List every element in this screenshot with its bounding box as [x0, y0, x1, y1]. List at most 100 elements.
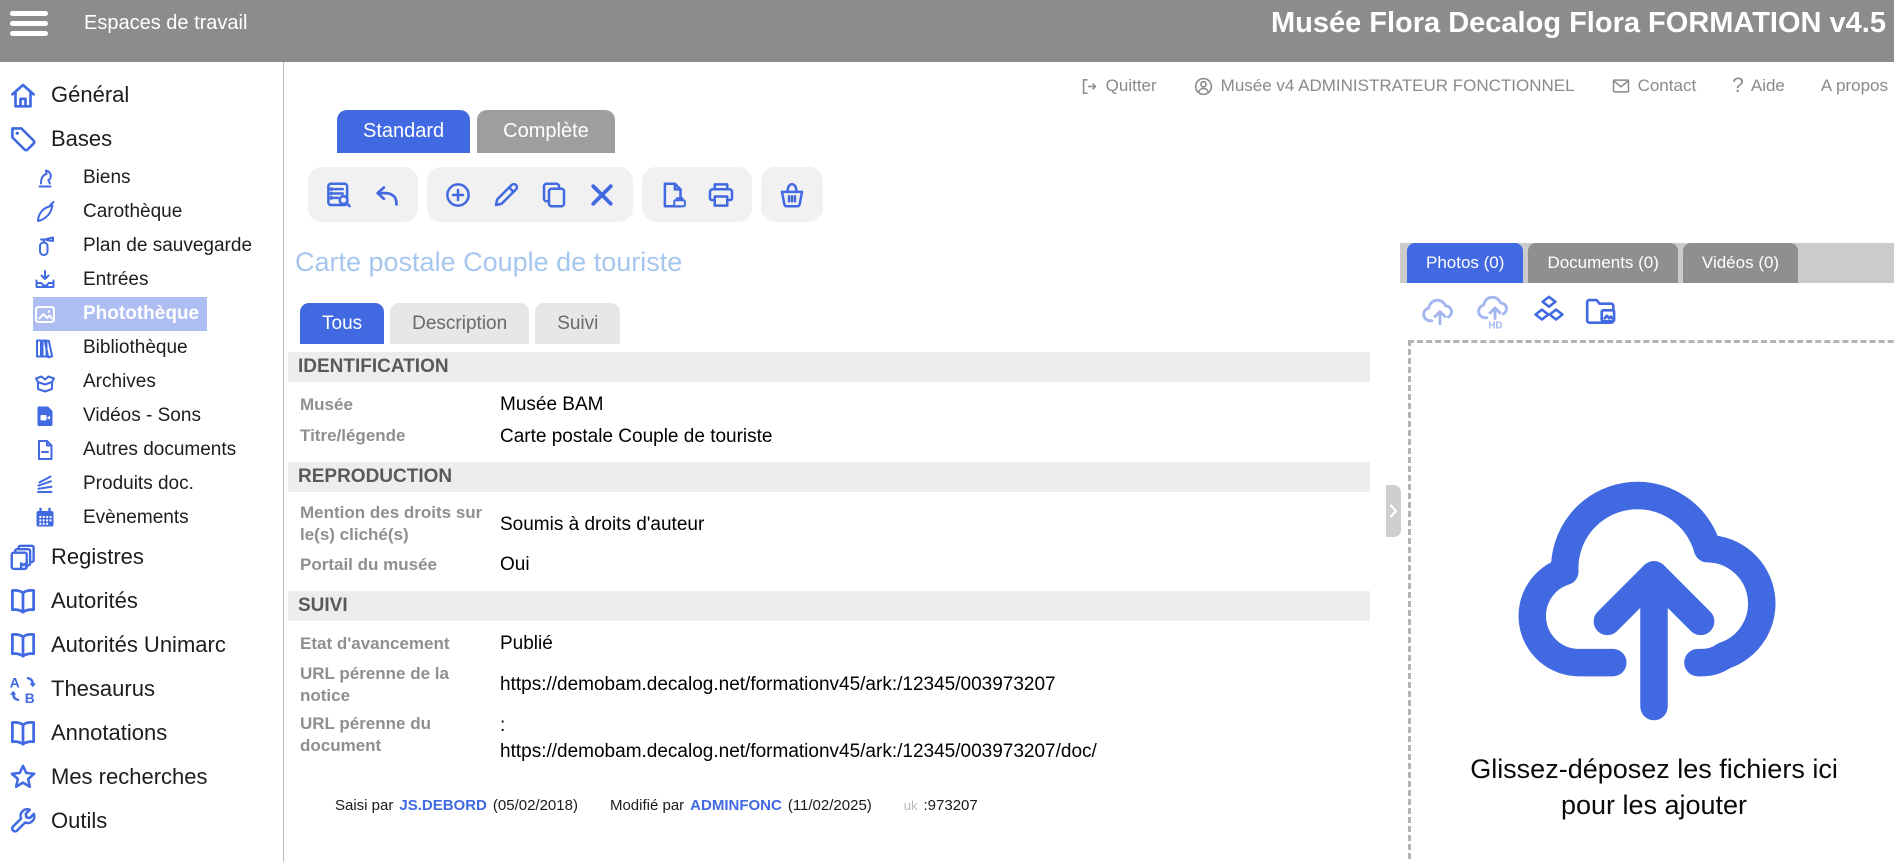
modified-prefix: Modifié par — [610, 797, 684, 814]
tab-videos[interactable]: Vidéos (0) — [1683, 243, 1798, 283]
sidebar-item-label: Mes recherches — [51, 764, 208, 790]
calendar-icon — [33, 506, 57, 530]
file-dropzone[interactable]: Glissez-déposez les fichiers ici pour le… — [1408, 340, 1894, 862]
view-mode-tabs: Standard Complète — [337, 110, 1385, 153]
folder-image-icon[interactable] — [1583, 295, 1619, 327]
field-row-titre-legende: Titre/légende Carte postale Couple de to… — [288, 421, 1370, 453]
sidebar-item-mes-recherches[interactable]: Mes recherches — [0, 755, 283, 799]
sidebar-item-archives[interactable]: Archives — [33, 365, 207, 399]
dropzone-text: Glissez-déposez les fichiers ici pour le… — [1411, 751, 1894, 824]
sidebar-item-label: Evènements — [83, 507, 189, 529]
sidebar-item-phototheque[interactable]: Photothèque — [33, 297, 207, 331]
created-info: Saisi par JS.DEBORD (05/02/2018) — [335, 797, 578, 814]
photo-icon — [33, 302, 57, 326]
add-circle-icon[interactable] — [443, 180, 473, 210]
sidebar-item-entrees[interactable]: Entrées — [33, 263, 207, 297]
tab-description[interactable]: Description — [390, 303, 529, 344]
uk-label: uk — [904, 798, 918, 813]
tab-complete[interactable]: Complète — [477, 110, 615, 153]
sidebar-item-autres-documents[interactable]: Autres documents — [33, 433, 207, 467]
sidebar-item-autorites-unimarc[interactable]: Autorités Unimarc — [0, 623, 283, 667]
cloud-upload-icon[interactable] — [1420, 293, 1460, 329]
archive-box-icon — [33, 370, 57, 394]
tab-tous[interactable]: Tous — [300, 303, 384, 344]
cloud-arrow-up-icon — [1489, 443, 1819, 723]
tab-suivi[interactable]: Suivi — [535, 303, 620, 344]
dropzone-line2: pour les ajouter — [1411, 787, 1894, 823]
cloud-upload-hd-icon[interactable]: HD — [1475, 293, 1515, 329]
tab-photos[interactable]: Photos (0) — [1407, 243, 1523, 283]
toolbar-group-basket — [761, 167, 823, 222]
list-search-icon[interactable] — [324, 180, 354, 210]
sidebar-item-label: Vidéos - Sons — [83, 405, 201, 427]
field-label: URL pérenne du document — [300, 713, 500, 757]
tab-documents[interactable]: Documents (0) — [1528, 243, 1677, 283]
printer-icon[interactable] — [706, 180, 736, 210]
sidebar-item-produits-doc[interactable]: Produits doc. — [33, 467, 207, 501]
section-header-suivi: SUIVI — [288, 591, 1370, 621]
url-document-colon: : — [500, 713, 1097, 739]
registers-icon — [8, 542, 38, 572]
sidebar-item-label: Autorités — [51, 588, 138, 614]
document-icon — [33, 438, 57, 462]
sidebar-item-general[interactable]: Général — [0, 73, 283, 117]
tab-standard[interactable]: Standard — [337, 110, 470, 153]
field-row-url-document: URL pérenne du document : https://demoba… — [288, 710, 1370, 767]
svg-text:A: A — [10, 674, 20, 690]
sidebar-item-label: Général — [51, 82, 129, 108]
sidebar-item-bibliotheque[interactable]: Bibliothèque — [33, 331, 207, 365]
sidebar-item-plan-de-sauvegarde[interactable]: Plan de sauvegarde — [33, 229, 207, 263]
delete-x-icon[interactable] — [587, 180, 617, 210]
copy-icon[interactable] — [539, 180, 569, 210]
field-label: Titre/légende — [300, 425, 500, 447]
sidebar-item-carotheque[interactable]: Carothèque — [33, 195, 207, 229]
toolbar-group-print — [642, 167, 752, 222]
sidebar-item-videos-sons[interactable]: Vidéos - Sons — [33, 399, 207, 433]
panel-collapse-handle[interactable] — [1386, 485, 1401, 537]
books-icon — [33, 336, 57, 360]
sidebar-item-label: Outils — [51, 808, 107, 834]
field-label: Musée — [300, 394, 500, 416]
sidebar-item-registres[interactable]: Registres — [0, 535, 283, 579]
created-user-link[interactable]: JS.DEBORD — [399, 797, 487, 814]
sidebar-item-label: Biens — [83, 167, 131, 189]
artifact-knight-icon — [33, 166, 57, 190]
modified-user-link[interactable]: ADMINFONC — [690, 797, 782, 814]
basket-icon[interactable] — [777, 180, 807, 210]
sidebar-item-outils[interactable]: Outils — [0, 799, 283, 843]
edit-pencil-icon[interactable] — [491, 180, 521, 210]
inbox-arrow-icon — [33, 268, 57, 292]
sidebar-item-label: Archives — [83, 371, 156, 393]
app-title: Musée Flora Decalog Flora FORMATION v4.5 — [1271, 7, 1886, 40]
toolbar-group-search — [308, 167, 418, 222]
field-label: Etat d'avancement — [300, 633, 500, 655]
media-toolbar: HD — [1420, 293, 1619, 329]
cubes-icon[interactable] — [1530, 294, 1568, 328]
sidebar-item-annotations[interactable]: Annotations — [0, 711, 283, 755]
dropzone-line1: Glissez-déposez les fichiers ici — [1411, 751, 1894, 787]
field-value-url-document: : https://demobam.decalog.net/formationv… — [500, 713, 1097, 764]
main-content: Standard Complète Carte postale Coup — [285, 62, 1385, 814]
sidebar-item-label: Produits doc. — [83, 473, 194, 495]
sidebar-item-biens[interactable]: Biens — [33, 161, 207, 195]
sidebar-item-bases[interactable]: Bases — [0, 117, 283, 161]
app-header: Espaces de travail Musée Flora Decalog F… — [0, 0, 1894, 62]
field-row-mention-droits: Mention des droits sur le(s) cliché(s) S… — [288, 499, 1370, 549]
open-book-icon — [8, 630, 38, 660]
file-print-icon[interactable] — [658, 180, 688, 210]
sidebar-item-thesaurus[interactable]: AB Thesaurus — [0, 667, 283, 711]
field-label: Portail du musée — [300, 554, 500, 576]
sidebar-item-autorites[interactable]: Autorités — [0, 579, 283, 623]
uk-value: :973207 — [924, 797, 978, 814]
sidebar-item-label: Entrées — [83, 269, 148, 291]
sidebar-item-label: Thesaurus — [51, 676, 155, 702]
created-date: (05/02/2018) — [493, 797, 578, 814]
media-panel: Photos (0) Documents (0) Vidéos (0) HD G… — [1400, 62, 1894, 862]
sidebar-item-evenements[interactable]: Evènements — [33, 501, 207, 535]
undo-icon[interactable] — [372, 180, 402, 210]
sidebar-item-label: Photothèque — [83, 303, 199, 325]
field-row-etat-avancement: Etat d'avancement Publié — [288, 628, 1370, 660]
field-value: Musée BAM — [500, 392, 603, 418]
hamburger-menu-icon[interactable] — [10, 6, 48, 41]
modified-date: (11/02/2025) — [788, 797, 872, 814]
